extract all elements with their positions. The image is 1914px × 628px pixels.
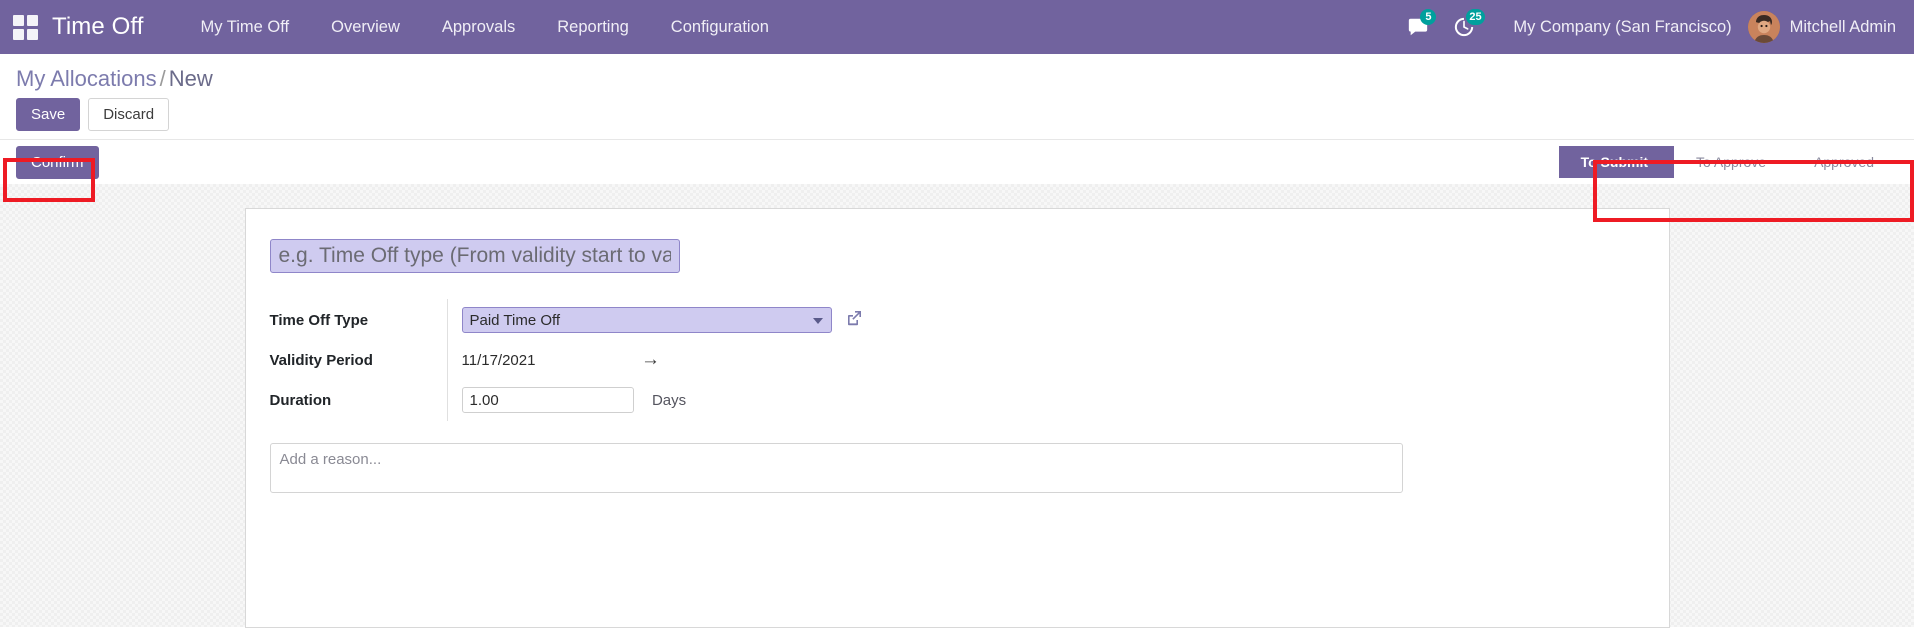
chevron-down-icon [813, 318, 823, 324]
status-step-label: Approved [1814, 154, 1874, 170]
activity-clock-icon[interactable]: 25 [1453, 0, 1475, 54]
allocation-form-fields: Time Off Type Paid Time Off Validi [270, 299, 864, 421]
user-menu[interactable]: Mitchell Admin [1790, 18, 1900, 37]
messages-icon[interactable]: 5 [1407, 0, 1429, 54]
breadcrumb-separator: / [160, 66, 166, 91]
duration-input[interactable] [462, 387, 634, 413]
navbar-right-group: 5 25 My Company (San Francisco) Mitchell… [1395, 0, 1914, 54]
menu-item-reporting[interactable]: Reporting [536, 0, 650, 54]
breadcrumb-root[interactable]: My Allocations [16, 66, 157, 91]
discard-button[interactable]: Discard [88, 98, 169, 131]
reason-textarea[interactable] [270, 443, 1403, 493]
apps-grid-square [27, 29, 38, 40]
time-off-type-value: Paid Time Off [470, 312, 561, 329]
duration-label: Duration [270, 379, 448, 421]
status-bar: To Submit To Approve Approved [1559, 140, 1900, 184]
external-link-icon[interactable] [844, 308, 864, 333]
validity-start-date[interactable]: 11/17/2021 [462, 352, 637, 369]
status-step-label: To Submit [1581, 154, 1648, 170]
status-step-approved[interactable]: Approved [1792, 146, 1900, 178]
validity-period-label: Validity Period [270, 341, 448, 379]
form-sheet: Time Off Type Paid Time Off Validi [245, 208, 1670, 628]
breadcrumb-current: New [169, 66, 213, 91]
control-panel: My Allocations/New Save Discard Confirm … [0, 54, 1914, 184]
menu-item-my-time-off[interactable]: My Time Off [179, 0, 310, 54]
user-avatar[interactable] [1748, 11, 1780, 43]
status-step-label: To Approve [1696, 154, 1766, 170]
field-row-validity-period: Validity Period 11/17/2021 → [270, 341, 864, 379]
apps-grid-square [27, 15, 38, 26]
statusbar-row: Confirm To Submit To Approve Approved [0, 139, 1914, 184]
menu-item-approvals[interactable]: Approvals [421, 0, 536, 54]
confirm-button-wrap: Confirm [0, 146, 99, 179]
apps-grid-square [13, 29, 24, 40]
apps-grid-icon[interactable] [12, 14, 38, 40]
app-brand-title[interactable]: Time Off [52, 13, 143, 41]
validity-period-field: 11/17/2021 → [447, 341, 864, 379]
menu-item-overview[interactable]: Overview [310, 0, 421, 54]
apps-grid-square [13, 15, 24, 26]
field-row-time-off-type: Time Off Type Paid Time Off [270, 299, 864, 341]
confirm-button[interactable]: Confirm [16, 146, 99, 179]
save-button[interactable]: Save [16, 98, 80, 131]
status-step-to-approve[interactable]: To Approve [1674, 146, 1792, 178]
duration-unit-label: Days [652, 392, 686, 409]
form-sheet-background: Time Off Type Paid Time Off Validi [0, 184, 1914, 627]
date-range-arrow-icon: → [641, 349, 660, 370]
menu-item-configuration[interactable]: Configuration [650, 0, 790, 54]
duration-field: Days [447, 379, 864, 421]
top-navbar: Time Off My Time Off Overview Approvals … [0, 0, 1914, 54]
time-off-type-select[interactable]: Paid Time Off [462, 307, 832, 333]
record-action-buttons: Save Discard [0, 98, 1914, 139]
breadcrumb: My Allocations/New [0, 54, 1914, 98]
field-row-duration: Duration Days [270, 379, 864, 421]
time-off-type-field: Paid Time Off [447, 299, 864, 341]
activity-count-badge: 25 [1466, 9, 1484, 25]
allocation-title-input[interactable] [270, 239, 680, 273]
time-off-type-label: Time Off Type [270, 299, 448, 341]
messages-count-badge: 5 [1420, 9, 1436, 25]
status-step-to-submit[interactable]: To Submit [1559, 146, 1674, 178]
company-switcher[interactable]: My Company (San Francisco) [1513, 18, 1731, 37]
